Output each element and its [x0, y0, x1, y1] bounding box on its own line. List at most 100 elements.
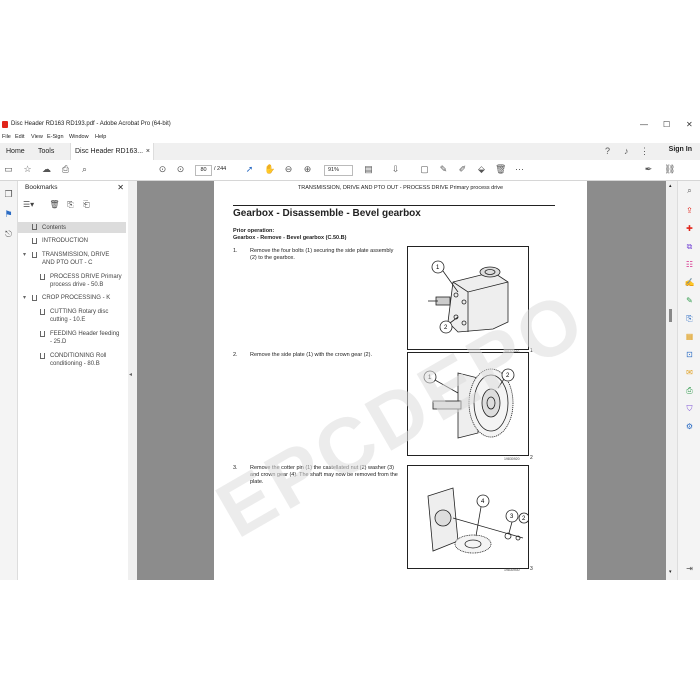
zoom-search-icon[interactable]: ⌕ — [79, 164, 90, 175]
collapse-panel-icon[interactable]: ◂ — [129, 371, 132, 378]
expand-bookmark-icon[interactable]: ⎗ — [81, 199, 92, 210]
options-menu-icon[interactable]: ☰▾ — [23, 199, 34, 210]
prior-operation-link[interactable]: Gearbox - Remove - Bevel gearbox (C.50.B… — [233, 235, 346, 242]
menu-esign[interactable]: E-Sign — [47, 134, 64, 140]
bookmark-item-crop-processing[interactable]: ▾ CROP PROCESSING - K — [18, 294, 126, 304]
bookmark-label: PROCESS DRIVE Primary — [50, 274, 122, 280]
page-thumbnails-icon[interactable]: ❐ — [3, 189, 14, 200]
bookmark-label: INTRODUCTION — [42, 238, 88, 244]
page-display-icon[interactable]: ▤ — [363, 164, 374, 175]
scroll-mode-icon[interactable]: ⇩ — [390, 164, 401, 175]
compress-icon[interactable]: ⊡ — [684, 349, 695, 360]
combine-files-icon[interactable]: ⧉ — [684, 241, 695, 252]
tab-document[interactable]: Disc Header RD163... × — [70, 143, 154, 160]
scrollbar-thumb[interactable] — [669, 309, 672, 322]
hand-tool-icon[interactable]: ✋ — [264, 164, 275, 175]
sign-in-button[interactable]: Sign In — [669, 146, 692, 153]
bookmark-icon — [32, 238, 37, 244]
fill-sign-icon[interactable]: ⬙ — [476, 164, 487, 175]
bookmark-icon — [40, 331, 45, 337]
upload-cloud-icon[interactable]: ☁ — [41, 164, 52, 175]
organize-pages-icon[interactable]: ☷ — [684, 259, 695, 270]
bookmark-item-introduction[interactable]: INTRODUCTION — [18, 237, 126, 247]
bookmark-item-feeding[interactable]: FEEDING Header feeding - 25.D — [18, 330, 126, 348]
zoom-out-icon[interactable]: ⊖ — [283, 164, 294, 175]
prior-operation: Prior operation: Gearbox - Remove - Beve… — [233, 228, 346, 242]
zoom-in-icon[interactable]: ⊕ — [302, 164, 313, 175]
more-tools-icon[interactable]: ⚙ — [684, 421, 695, 432]
bookmark-label: CUTTING Rotary disc — [50, 309, 109, 315]
document-viewport[interactable]: TRANSMISSION, DRIVE AND PTO OUT - PROCES… — [137, 181, 666, 580]
create-pdf-icon[interactable]: ✚ — [684, 223, 695, 234]
highlight-pen-icon[interactable]: ✎ — [438, 164, 449, 175]
bookmark-icon — [32, 295, 37, 301]
bookmark-label: CONDITIONING Roll — [50, 353, 107, 359]
menu-view[interactable]: View — [31, 134, 43, 140]
edit-pdf-icon[interactable]: ✎ — [684, 295, 695, 306]
menu-bar: File Edit View E-Sign Window Help — [0, 132, 700, 143]
figure-1: 1 2 — [407, 246, 529, 350]
bookmark-item-conditioning[interactable]: CONDITIONING Roll conditioning - 80.B — [18, 352, 126, 370]
delete-icon[interactable]: 🗑 — [495, 164, 506, 175]
running-header: TRANSMISSION, DRIVE AND PTO OUT - PROCES… — [297, 185, 504, 191]
print-icon[interactable]: ⎙ — [60, 164, 71, 175]
bookmark-item-transmission[interactable]: ▾ TRANSMISSION, DRIVE AND PTO OUT - C — [18, 251, 126, 269]
attachments-icon[interactable]: ⎋ — [3, 229, 14, 240]
request-signatures-icon[interactable]: ⎘ — [684, 313, 695, 324]
bookmark-item-contents[interactable]: Contents — [18, 222, 126, 233]
prior-operation-label: Prior operation: — [233, 228, 275, 234]
bookmark-label: - 25.D — [50, 339, 67, 345]
close-panel-icon[interactable]: ✕ — [117, 183, 124, 192]
export-pdf-icon[interactable]: ⇪ — [684, 205, 695, 216]
title-bar: Disc Header RD163 RD193.pdf - Adobe Acro… — [0, 118, 700, 132]
menu-window[interactable]: Window — [69, 134, 89, 140]
save-icon[interactable]: ▭ — [3, 164, 14, 175]
minimize-button[interactable]: — — [640, 120, 648, 129]
close-window-button[interactable]: ✕ — [686, 120, 693, 129]
side-plate-crown-gear-illustration: 1 2 — [423, 368, 515, 439]
bookmark-star-icon[interactable]: ☆ — [22, 164, 33, 175]
collapse-chevron-icon[interactable]: ▾ — [23, 251, 26, 259]
protect-icon[interactable]: ⛉ — [684, 403, 695, 414]
next-page-icon[interactable]: ⊙ — [175, 164, 186, 175]
fill-sign-icon[interactable]: ✍ — [684, 277, 695, 288]
menu-help[interactable]: Help — [95, 134, 106, 140]
print-production-icon[interactable]: ⎙ — [684, 385, 695, 396]
panel-splitter[interactable]: ◂ — [128, 181, 137, 580]
scan-ocr-icon[interactable]: ▦ — [684, 331, 695, 342]
step-number: 1. — [233, 248, 238, 254]
expand-rail-icon[interactable]: ⇥ — [684, 563, 695, 574]
share-link-icon[interactable]: ⛓ — [664, 164, 675, 175]
notifications-bell-icon[interactable]: ♪ — [624, 146, 629, 156]
step-text: Remove the cotter pin (1) the castellate… — [250, 465, 398, 485]
tab-tools[interactable]: Tools — [34, 143, 58, 160]
scroll-down-icon[interactable]: ▾ — [669, 569, 672, 575]
menu-file[interactable]: File — [2, 134, 11, 140]
bookmark-item-process-drive[interactable]: PROCESS DRIVE Primary process drive - 50… — [18, 273, 126, 291]
bookmark-icon — [40, 274, 45, 280]
bookmark-item-cutting[interactable]: CUTTING Rotary disc cutting - 10.E — [18, 308, 126, 326]
new-bookmark-icon[interactable]: ⎘ — [65, 199, 76, 210]
collapse-chevron-icon[interactable]: ▾ — [23, 294, 26, 302]
tab-home[interactable]: Home — [2, 143, 29, 160]
comment-icon[interactable]: ✉ — [684, 367, 695, 378]
draw-icon[interactable]: ✐ — [457, 164, 468, 175]
sign-pen-icon[interactable]: ✒ — [643, 164, 654, 175]
page-number-input[interactable]: 80 — [195, 165, 212, 176]
delete-bookmark-icon[interactable]: 🗑 — [49, 199, 60, 210]
select-cursor-icon[interactable]: ➚ — [244, 164, 255, 175]
zoom-level-select[interactable]: 91% — [324, 165, 353, 176]
help-icon[interactable]: ? — [605, 146, 610, 156]
bookmarks-icon[interactable]: ⚑ — [3, 209, 14, 220]
more-tools-icon[interactable]: ⋯ — [514, 164, 525, 175]
previous-page-icon[interactable]: ⊙ — [157, 164, 168, 175]
vertical-scrollbar[interactable]: ▴ ▾ — [666, 181, 677, 580]
apps-grid-icon[interactable]: ⋮ — [640, 146, 649, 157]
search-icon[interactable]: ⌕ — [684, 185, 695, 196]
maximize-button[interactable]: ☐ — [663, 120, 670, 129]
comment-icon[interactable]: ▢ — [419, 164, 430, 175]
tab-close-icon[interactable]: × — [146, 143, 150, 160]
menu-edit[interactable]: Edit — [15, 134, 24, 140]
figure-id: 19830930 — [504, 568, 520, 572]
scroll-up-icon[interactable]: ▴ — [669, 183, 672, 189]
